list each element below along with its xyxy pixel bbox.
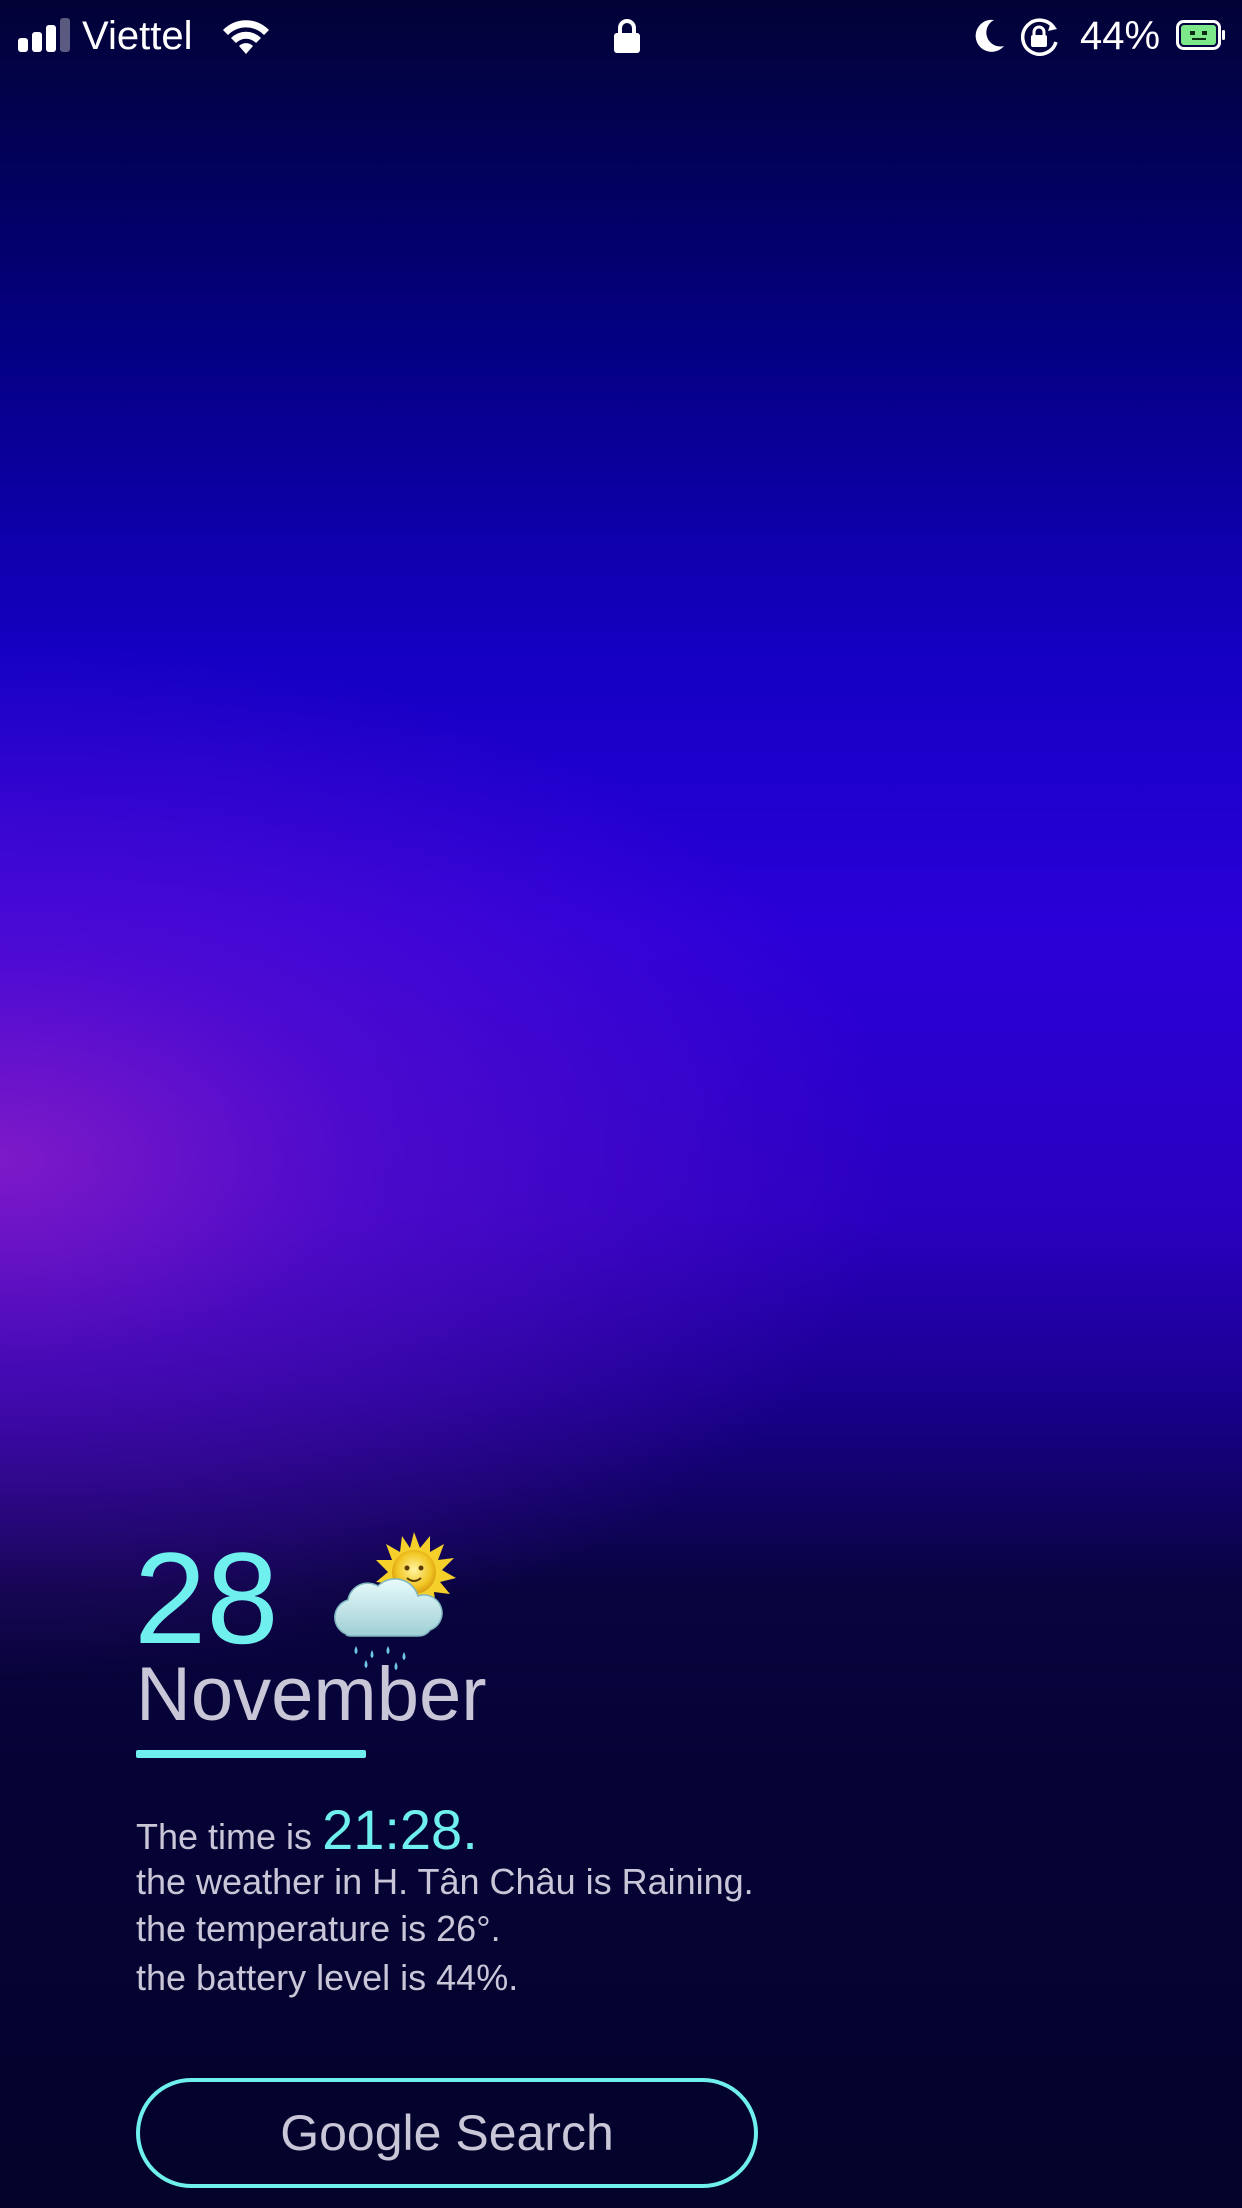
signal-icon: [18, 18, 70, 52]
lock-screen: Viettel 44% 28 November The time is 21:2…: [0, 0, 1242, 2208]
time-value: 21:28.: [322, 1798, 478, 1861]
battery-line: the battery level is 44%.: [136, 1957, 519, 1998]
rotation-lock-icon: [1020, 18, 1058, 56]
time-prefix: The time is: [136, 1816, 313, 1857]
google-search-button[interactable]: Google Search: [136, 2078, 758, 2188]
moon-icon: [975, 19, 1004, 52]
lock-icon: [614, 19, 640, 53]
sun-behind-rain-cloud-icon: [334, 1532, 456, 1670]
accent-divider: [136, 1750, 366, 1758]
time-line: The time is 21:28.: [136, 1800, 478, 1867]
carrier-name: Viettel: [82, 14, 193, 58]
battery-icon: [1176, 20, 1225, 50]
date-month: November: [136, 1652, 487, 1737]
weather-line: the weather in H. Tân Châu is Raining.: [136, 1861, 754, 1902]
status-bar: Viettel 44%: [0, 0, 1242, 70]
wifi-icon: [223, 20, 269, 54]
battery-percentage: 44%: [1080, 14, 1161, 58]
google-search-label: Google Search: [280, 2105, 614, 2161]
background-shade: [0, 1308, 1242, 2208]
temperature-line: the temperature is 26°.: [136, 1908, 501, 1949]
